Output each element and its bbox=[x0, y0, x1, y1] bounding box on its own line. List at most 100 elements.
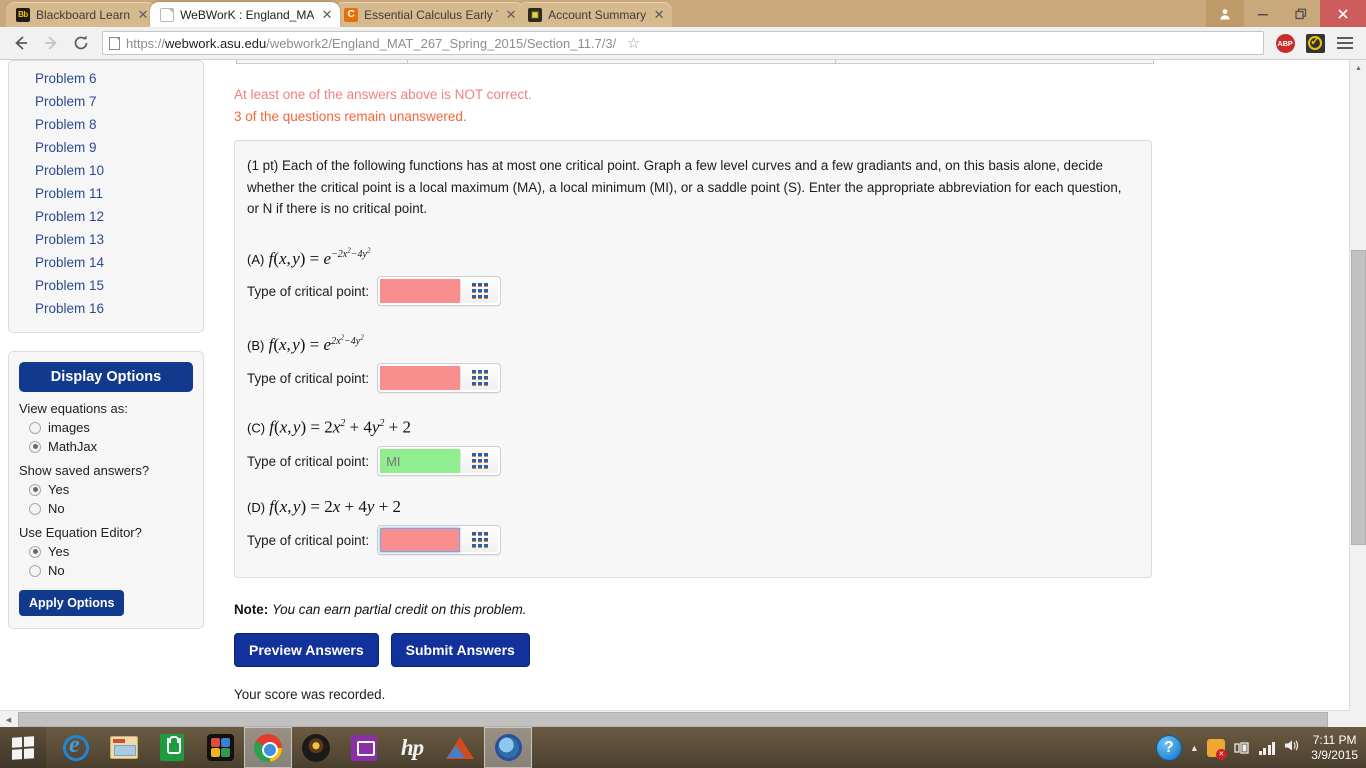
scrollbar-corner bbox=[1349, 710, 1366, 727]
globe-app-icon[interactable] bbox=[484, 727, 532, 768]
sidebar-item-problem-6[interactable]: Problem 6 bbox=[9, 67, 203, 90]
internet-explorer-icon[interactable] bbox=[52, 727, 100, 768]
url-path: /webwork2/England_MAT_267_Spring_2015/Se… bbox=[266, 35, 617, 51]
sidebar-item-problem-16[interactable]: Problem 16 bbox=[9, 297, 203, 320]
tab-blackboard-learn[interactable]: Bb Blackboard Learn ✕ bbox=[6, 2, 157, 27]
answer-row-a: Type of critical point: bbox=[247, 276, 1139, 307]
show-hidden-icons-icon[interactable]: ▲ bbox=[1190, 743, 1199, 753]
equation-a: (A) f(x, y) = e−2x2−4y2 bbox=[247, 246, 371, 268]
address-bar[interactable]: https://webwork.asu.edu/webwork2/England… bbox=[102, 31, 1264, 55]
check-badge bbox=[1305, 33, 1325, 53]
page-viewport: Problem 6 Problem 7 Problem 8 Problem 9 … bbox=[0, 60, 1366, 727]
close-window-button[interactable] bbox=[1320, 0, 1366, 27]
radio-label: Yes bbox=[48, 544, 70, 559]
sidebar-item-problem-8[interactable]: Problem 8 bbox=[9, 113, 203, 136]
chrome-menu-icon[interactable] bbox=[1332, 30, 1358, 56]
bookmark-star-icon[interactable]: ☆ bbox=[622, 34, 640, 52]
sidebar-item-problem-13[interactable]: Problem 13 bbox=[9, 228, 203, 251]
profile-icon[interactable] bbox=[1206, 0, 1244, 27]
sidebar-item-problem-7[interactable]: Problem 7 bbox=[9, 90, 203, 113]
url-host: webwork.asu.edu bbox=[165, 35, 267, 51]
url-text: https://webwork.asu.edu/webwork2/England… bbox=[126, 36, 616, 51]
answer-label: Type of critical point: bbox=[247, 370, 370, 386]
radio-editor-yes[interactable]: Yes bbox=[19, 544, 193, 559]
equation-editor-grid-icon[interactable] bbox=[460, 279, 499, 304]
scroll-left-icon[interactable]: ◀ bbox=[0, 711, 17, 727]
radio-icon bbox=[29, 564, 41, 577]
vertical-scrollbar[interactable]: ▲ ▼ bbox=[1349, 60, 1366, 727]
matlab-icon[interactable] bbox=[436, 727, 484, 768]
answer-input-d[interactable] bbox=[380, 528, 461, 553]
show-saved-answers-label: Show saved answers? bbox=[19, 463, 150, 478]
equation-editor-grid-icon[interactable] bbox=[460, 366, 499, 391]
abp-badge: ABP bbox=[1275, 33, 1295, 53]
screen-cast-icon[interactable] bbox=[340, 727, 388, 768]
sidebar-item-problem-14[interactable]: Problem 14 bbox=[9, 251, 203, 274]
minimize-button[interactable] bbox=[1244, 0, 1282, 27]
tab-webwork[interactable]: WeBWorK : England_MAT ✕ bbox=[150, 2, 341, 27]
display-options-header[interactable]: Display Options bbox=[19, 362, 193, 392]
file-explorer-icon[interactable] bbox=[100, 727, 148, 768]
vertical-scroll-thumb[interactable] bbox=[1351, 250, 1366, 545]
radio-view-mathjax[interactable]: MathJax bbox=[19, 439, 193, 454]
score-summary: Your score was recorded. You have attemp… bbox=[234, 685, 1164, 705]
adblock-plus-icon[interactable]: ABP bbox=[1272, 30, 1298, 56]
answer-input-b[interactable] bbox=[380, 366, 461, 391]
answer-input-c[interactable] bbox=[380, 449, 461, 474]
start-button[interactable] bbox=[0, 727, 46, 768]
apply-options-button[interactable]: Apply Options bbox=[19, 590, 125, 616]
battery-icon[interactable] bbox=[1233, 740, 1251, 755]
tab-essential-calculus[interactable]: C Essential Calculus Early Tr ✕ bbox=[334, 2, 525, 27]
radio-view-images[interactable]: images bbox=[19, 420, 193, 435]
answer-widget bbox=[377, 363, 502, 394]
clock[interactable]: 7:11 PM 3/9/2015 bbox=[1309, 733, 1358, 763]
score-line: Your score was recorded. bbox=[234, 687, 386, 703]
tab-close-icon[interactable]: ✕ bbox=[136, 8, 150, 22]
tab-close-icon[interactable]: ✕ bbox=[320, 8, 334, 22]
action-buttons: Preview Answers Submit Answers bbox=[234, 633, 1164, 668]
grid-glyph bbox=[471, 532, 488, 549]
google-chrome-icon[interactable] bbox=[244, 727, 292, 768]
radio-label: Yes bbox=[48, 482, 70, 497]
sidebar-item-problem-12[interactable]: Problem 12 bbox=[9, 205, 203, 228]
radio-icon bbox=[29, 421, 41, 434]
navigation-bar: https://webwork.asu.edu/webwork2/England… bbox=[0, 27, 1366, 60]
preview-answers-button[interactable]: Preview Answers bbox=[234, 633, 379, 668]
radio-saved-no[interactable]: No bbox=[19, 501, 193, 516]
media-player-icon[interactable] bbox=[292, 727, 340, 768]
sidebar: Problem 6 Problem 7 Problem 8 Problem 9 … bbox=[8, 60, 204, 629]
hp-support-icon[interactable]: hp bbox=[388, 727, 436, 768]
tab-account-summary[interactable]: ▣ Account Summary ✕ bbox=[518, 2, 673, 27]
radio-editor-no[interactable]: No bbox=[19, 563, 193, 578]
equation-editor-grid-icon[interactable] bbox=[460, 528, 499, 553]
radio-saved-yes[interactable]: Yes bbox=[19, 482, 193, 497]
sidebar-item-problem-15[interactable]: Problem 15 bbox=[9, 274, 203, 297]
checkmark-extension-icon[interactable] bbox=[1302, 30, 1328, 56]
tab-close-icon[interactable]: ✕ bbox=[504, 8, 518, 22]
sidebar-item-problem-11[interactable]: Problem 11 bbox=[9, 182, 203, 205]
submit-answers-button[interactable]: Submit Answers bbox=[390, 633, 530, 668]
network-signal-icon[interactable] bbox=[1258, 741, 1276, 755]
puzzle-games-icon[interactable] bbox=[196, 727, 244, 768]
equation-c: (C) f(x, y) = 2x2 + 4y2 + 2 bbox=[247, 418, 411, 438]
volume-icon[interactable] bbox=[1283, 738, 1301, 757]
sidebar-item-problem-9[interactable]: Problem 9 bbox=[9, 136, 203, 159]
answer-input-a[interactable] bbox=[380, 279, 461, 304]
part-tag: (A) bbox=[247, 251, 265, 267]
reload-icon[interactable] bbox=[68, 30, 94, 56]
tab-close-icon[interactable]: ✕ bbox=[652, 8, 666, 22]
scroll-up-icon[interactable]: ▲ bbox=[1350, 60, 1366, 77]
horizontal-scroll-thumb[interactable] bbox=[18, 712, 1328, 727]
radio-icon bbox=[29, 502, 41, 515]
help-icon[interactable]: ? bbox=[1155, 734, 1182, 761]
equation-editor-grid-icon[interactable] bbox=[460, 449, 499, 474]
answer-widget bbox=[377, 525, 502, 556]
windows-store-icon[interactable] bbox=[148, 727, 196, 768]
grid-glyph bbox=[471, 283, 488, 300]
restore-button[interactable] bbox=[1282, 0, 1320, 27]
back-icon[interactable] bbox=[8, 30, 34, 56]
horizontal-scrollbar[interactable]: ◀ bbox=[0, 710, 1349, 727]
tab-title: Blackboard Learn bbox=[36, 7, 131, 22]
sidebar-item-problem-10[interactable]: Problem 10 bbox=[9, 159, 203, 182]
security-alert-icon[interactable] bbox=[1206, 738, 1227, 760]
